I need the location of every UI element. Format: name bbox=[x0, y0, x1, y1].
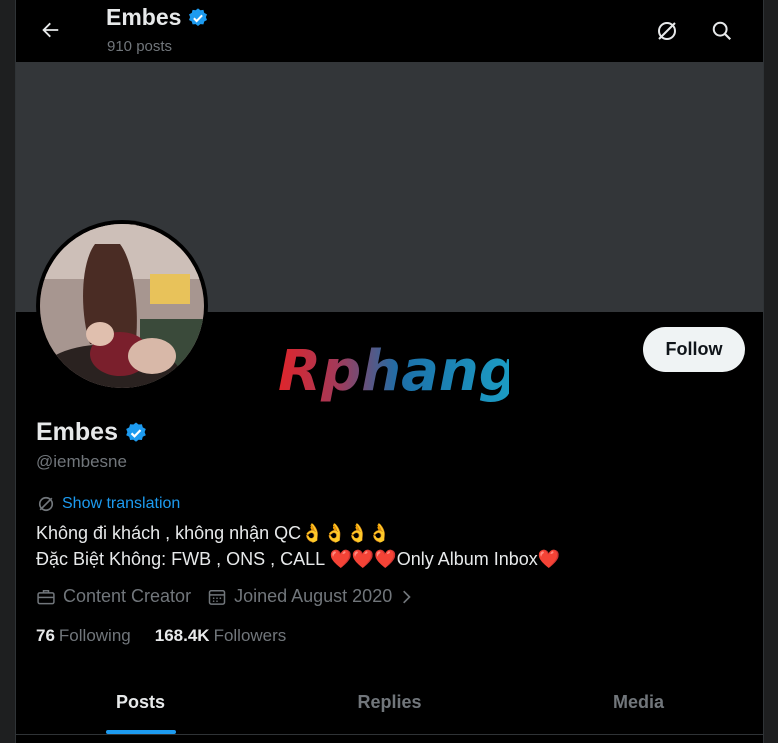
following-count: 76 bbox=[36, 626, 55, 645]
hearts-emoji: ❤️❤️❤️ bbox=[329, 549, 397, 569]
category-item: Content Creator bbox=[36, 586, 191, 607]
briefcase-icon bbox=[37, 589, 55, 604]
profile-name: Embes bbox=[36, 418, 118, 446]
verified-badge-icon[interactable] bbox=[124, 421, 148, 445]
followers-count: 168.4K bbox=[154, 626, 210, 645]
heart-emoji: ❤️ bbox=[537, 549, 561, 569]
bio-line-2: Đặc Biệt Không: FWB , ONS , CALL ❤️❤️❤️O… bbox=[36, 546, 736, 572]
tab-media-label: Media bbox=[612, 691, 664, 712]
back-arrow-icon bbox=[42, 22, 59, 38]
followers-link[interactable]: 168.4K Followers bbox=[155, 626, 287, 646]
profile-page: Embes 910 posts Rphang Follow Embes @iem… bbox=[15, 0, 764, 743]
tab-posts[interactable]: Posts bbox=[16, 670, 265, 734]
following-label: Following bbox=[58, 626, 131, 645]
show-translation-link[interactable]: Show translation bbox=[36, 494, 180, 514]
verified-badge-icon bbox=[189, 7, 208, 26]
follow-button[interactable]: Follow bbox=[643, 327, 745, 372]
followers-label: Followers bbox=[213, 626, 287, 645]
tab-media[interactable]: Media bbox=[514, 670, 763, 734]
post-count: 910 posts bbox=[107, 38, 173, 55]
avatar-image bbox=[40, 224, 204, 388]
top-header: Embes 910 posts bbox=[16, 0, 763, 62]
chevron-right-icon bbox=[403, 590, 411, 603]
profile-bio: Không đi khách , không nhận QC👌👌👌👌 Đặc B… bbox=[36, 520, 736, 572]
bio-line-2-text-b: Only Album Inbox bbox=[396, 549, 538, 569]
back-button[interactable] bbox=[34, 14, 66, 46]
header-title: Embes bbox=[106, 4, 209, 31]
translate-icon bbox=[38, 496, 54, 512]
follow-stats: 76 Following 168.4K Followers bbox=[36, 626, 310, 646]
joined-label: Joined August 2020 bbox=[234, 586, 393, 606]
avatar[interactable] bbox=[36, 220, 208, 392]
ok-hand-emoji: 👌👌👌👌 bbox=[301, 523, 391, 543]
profile-meta: Content Creator Joined August 2020 bbox=[36, 586, 431, 607]
bio-line-1-text: Không đi khách , không nhận QC bbox=[36, 523, 302, 543]
profile-name-row: Embes bbox=[36, 418, 148, 447]
watermark-logo: Rphang bbox=[274, 335, 519, 410]
joined-item[interactable]: Joined August 2020 bbox=[207, 586, 415, 607]
tab-posts-label: Posts bbox=[115, 691, 166, 712]
search-icon bbox=[712, 21, 732, 41]
translate-header-button[interactable] bbox=[650, 14, 684, 48]
tab-replies[interactable]: Replies bbox=[265, 670, 514, 734]
search-button[interactable] bbox=[705, 14, 739, 48]
bio-line-2-text-a: Đặc Biệt Không: FWB , ONS , CALL bbox=[36, 549, 330, 569]
active-tab-indicator bbox=[105, 730, 176, 734]
avatar-photo bbox=[40, 224, 204, 388]
translate-icon bbox=[658, 22, 676, 40]
profile-handle: @iembesne bbox=[36, 452, 127, 471]
tab-replies-label: Replies bbox=[357, 691, 422, 712]
show-translation-label: Show translation bbox=[62, 495, 181, 512]
following-link[interactable]: 76 Following bbox=[36, 626, 131, 646]
category-label: Content Creator bbox=[63, 586, 192, 606]
bio-line-1: Không đi khách , không nhận QC👌👌👌👌 bbox=[36, 520, 736, 546]
profile-tabs: Posts Replies Media bbox=[16, 670, 763, 735]
watermark-text: Rphang bbox=[278, 339, 509, 404]
header-name: Embes bbox=[106, 4, 182, 30]
calendar-icon bbox=[208, 589, 226, 605]
